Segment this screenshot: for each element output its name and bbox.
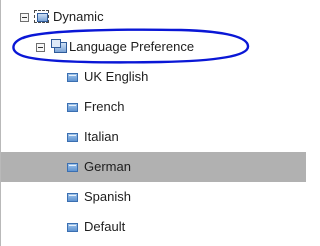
tree-node-dynamic[interactable]: Dynamic	[1, 2, 306, 32]
tree-panel: Dynamic Language Preference UK English F…	[0, 0, 306, 246]
segment-icon	[67, 223, 78, 232]
tree-node-label: Spanish	[84, 189, 131, 204]
tree-node-label: UK English	[84, 69, 149, 84]
segment-icon	[67, 193, 78, 202]
tree-node-label: Default	[84, 219, 126, 234]
segment-icon	[67, 133, 78, 142]
tree-node-label: French	[84, 99, 125, 114]
segment-icon	[67, 103, 78, 112]
tree-node-language-preference[interactable]: Language Preference	[1, 32, 306, 62]
tree-node-label: Language Preference	[69, 39, 195, 54]
tree-node-french[interactable]: French	[1, 92, 306, 122]
collapse-icon[interactable]	[36, 43, 45, 52]
tree-node-german[interactable]: German	[1, 152, 306, 182]
tree-node-spanish[interactable]: Spanish	[1, 182, 306, 212]
tree-node-label: German	[84, 159, 131, 174]
tree-node-label: Italian	[84, 129, 119, 144]
tree-node-default[interactable]: Default	[1, 212, 306, 242]
segment-icon	[67, 163, 78, 172]
tree-node-italian[interactable]: Italian	[1, 122, 306, 152]
collapse-icon[interactable]	[20, 13, 29, 22]
tree-node-label: Dynamic	[53, 9, 104, 24]
folder-icon	[51, 39, 67, 53]
tree-node-uk-english[interactable]: UK English	[1, 62, 306, 92]
segment-icon	[67, 73, 78, 82]
dynamic-container-icon	[34, 10, 49, 23]
